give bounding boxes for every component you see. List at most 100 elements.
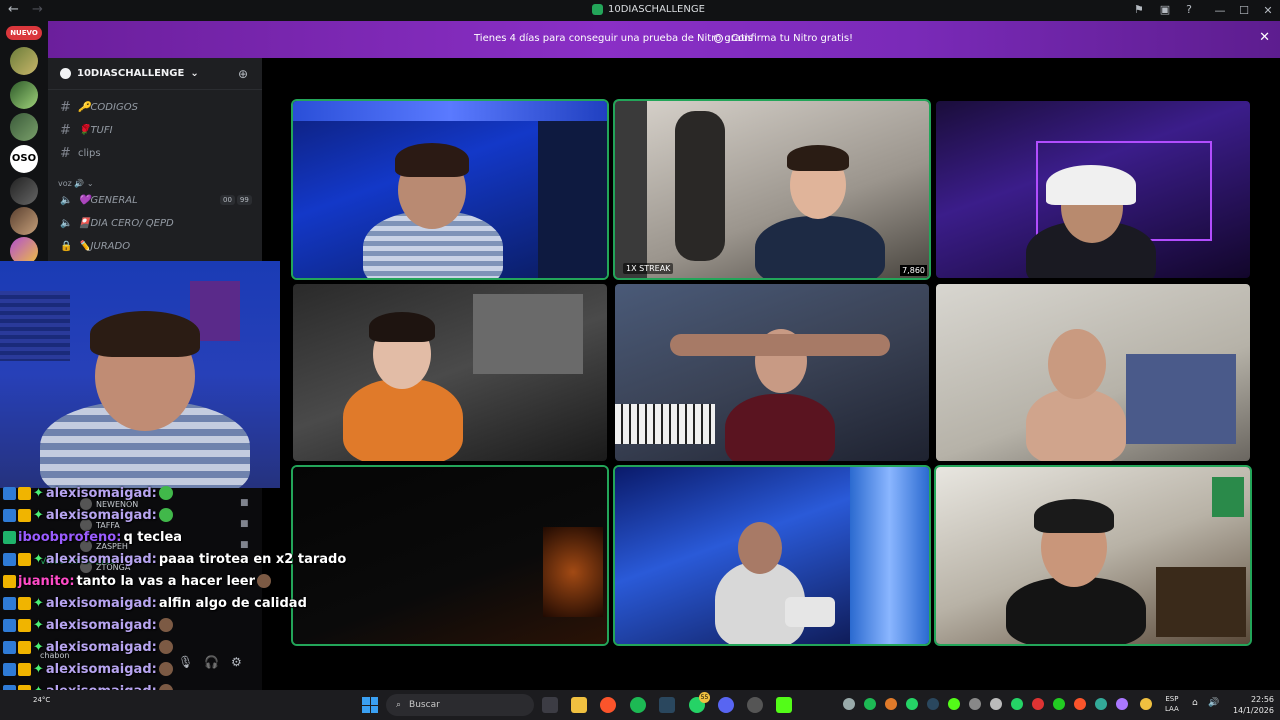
stream-chat-panel	[615, 101, 647, 278]
chat-message: ✦ alexisomaigad: paaa tirotea en x2 tarado	[3, 549, 346, 569]
clock[interactable]: 22:56 14/1/2026	[1230, 694, 1274, 716]
chat-username[interactable]: alexisomaigad:	[46, 596, 157, 611]
forward-arrow-icon[interactable]: →	[32, 2, 43, 17]
weather-widget[interactable]: 24°C	[33, 696, 50, 705]
minimize-icon[interactable]: —	[1208, 0, 1232, 21]
tray-steam-icon[interactable]	[927, 698, 939, 710]
user-badge-icon	[18, 618, 31, 632]
task-view-icon[interactable]	[542, 697, 558, 713]
chat-username[interactable]: alexisomaigad:	[46, 508, 157, 523]
participant-head	[1048, 329, 1106, 399]
video-tile-3[interactable]	[936, 101, 1250, 278]
tray-icon[interactable]	[969, 698, 981, 710]
new-badge: NUEVO	[6, 26, 42, 40]
maximize-icon[interactable]: ☐	[1232, 0, 1256, 21]
search-icon: ⌕	[396, 700, 402, 710]
inbox-icon[interactable]: ⚑	[1134, 3, 1144, 16]
file-explorer-icon[interactable]	[571, 697, 587, 713]
video-tile-9[interactable]	[936, 467, 1250, 644]
sparkle-badge-icon: ✦	[33, 551, 44, 567]
video-tile-8[interactable]	[615, 467, 929, 644]
speaker-icon: 🔈	[60, 195, 73, 206]
clock-date: 14/1/2026	[1232, 706, 1274, 715]
discord-icon[interactable]	[718, 697, 734, 713]
invite-member-icon[interactable]: ⊕	[238, 67, 248, 81]
window-title-text: 10DIASCHALLENGE	[608, 4, 705, 15]
tray-icon[interactable]	[1032, 698, 1044, 710]
tray-spotify-icon[interactable]	[864, 698, 876, 710]
title-bar: ← → 10DIASCHALLENGE ⚑ ▣ ? — ☐ ✕	[0, 0, 1280, 21]
voice-channel-dia-cero[interactable]: 🔈 🎴DIA CERO/ QEPD	[60, 218, 174, 229]
server-icon	[592, 4, 603, 15]
spotify-icon[interactable]	[630, 697, 646, 713]
steam-icon[interactable]	[659, 697, 675, 713]
voice-category-label: voz	[58, 179, 72, 188]
channel-item-tufi[interactable]: # 🌹TUFI	[60, 123, 113, 138]
screen-icon[interactable]: ▣	[1160, 3, 1170, 16]
chat-username[interactable]: iboobprofeno:	[18, 530, 121, 545]
stream-chat-overlay: ✦ alexisomaigad: ✦ alexisomaigad: iboobprofe…	[0, 480, 360, 720]
kick-icon[interactable]	[776, 697, 792, 713]
tray-whatsapp-icon[interactable]	[906, 698, 918, 710]
server-icon-6[interactable]	[10, 207, 38, 235]
network-icon[interactable]: ⌂	[1192, 698, 1198, 708]
voice-channel-label: 💜GENERAL	[78, 195, 138, 206]
help-icon[interactable]: ?	[1186, 3, 1192, 16]
chat-username[interactable]: alexisomaigad:	[46, 552, 157, 567]
voice-channel-jurado[interactable]: 🔒 ✏️JURADO	[60, 241, 130, 252]
server-icon-oso[interactable]: OSO	[10, 145, 38, 173]
guild-header[interactable]: 10DIASCHALLENGE ⌄	[60, 68, 199, 79]
video-tile-5[interactable]	[615, 284, 929, 461]
video-tile-1[interactable]	[293, 101, 607, 278]
tray-kick-icon[interactable]	[948, 698, 960, 710]
tray-icon[interactable]	[843, 698, 855, 710]
voice-channel-general[interactable]: 🔈 💜GENERAL 00 99	[60, 195, 260, 206]
taskbar-search[interactable]: ⌕ Buscar	[386, 694, 534, 716]
chat-username[interactable]: alexisomaigad:	[46, 618, 157, 633]
microphone-tray-icon[interactable]	[1140, 698, 1152, 710]
tray-icon[interactable]	[885, 698, 897, 710]
chat-username[interactable]: alexisomaigad:	[46, 640, 157, 655]
nitro-icon	[714, 34, 723, 43]
tray-icon[interactable]	[1095, 698, 1107, 710]
language-indicator[interactable]: ESP LAA	[1165, 694, 1179, 714]
tray-icon[interactable]	[1116, 698, 1128, 710]
server-icon-2[interactable]	[10, 81, 38, 109]
chat-username[interactable]: juanito:	[18, 574, 75, 589]
tray-icon[interactable]	[1011, 698, 1023, 710]
server-icon-5[interactable]	[10, 177, 38, 205]
user-badge-icon	[18, 486, 31, 500]
video-tile-4[interactable]	[293, 284, 607, 461]
close-window-icon[interactable]: ✕	[1256, 0, 1280, 21]
back-arrow-icon[interactable]: ←	[8, 2, 19, 17]
windows-start-icon[interactable]	[362, 697, 378, 713]
video-tile-2[interactable]: 1X STREAK 7,860	[615, 101, 929, 278]
sparkle-badge-icon: ✦	[33, 507, 44, 523]
participant-hair	[395, 143, 469, 177]
channel-item-codigos[interactable]: # 🔑CODIGOS	[60, 100, 138, 115]
nitro-confirm-link[interactable]: ¡Confirma tu Nitro gratis!	[714, 33, 853, 44]
chat-username[interactable]: alexisomaigad:	[46, 486, 157, 501]
volume-icon[interactable]: 🔊	[1208, 698, 1219, 708]
video-tile-6[interactable]	[936, 284, 1250, 461]
curtain	[850, 467, 929, 644]
server-icon-3[interactable]	[10, 113, 38, 141]
speaker-icon: 🔈	[60, 218, 73, 229]
obs-icon[interactable]	[747, 697, 763, 713]
voice-category-header[interactable]: voz 🔊 ⌄	[58, 179, 94, 188]
chat-username[interactable]: alexisomaigad:	[46, 662, 157, 677]
banner-close-icon[interactable]: ✕	[1259, 30, 1270, 45]
channel-item-clips[interactable]: # clips	[60, 146, 101, 161]
server-icon-1[interactable]	[10, 47, 38, 75]
user-badge-icon	[18, 640, 31, 654]
channel-label: clips	[78, 148, 101, 159]
chat-message: ✦alexisomaigad:	[3, 659, 173, 679]
whatsapp-badge: 55	[699, 692, 710, 703]
tray-icon[interactable]	[1053, 698, 1065, 710]
tray-icon[interactable]	[990, 698, 1002, 710]
brave-icon[interactable]	[600, 697, 616, 713]
tray-icon[interactable]	[1074, 698, 1086, 710]
server-rail: NUEVO OSO	[0, 21, 48, 265]
hash-icon: #	[60, 123, 71, 138]
popout-video[interactable]	[0, 261, 280, 488]
